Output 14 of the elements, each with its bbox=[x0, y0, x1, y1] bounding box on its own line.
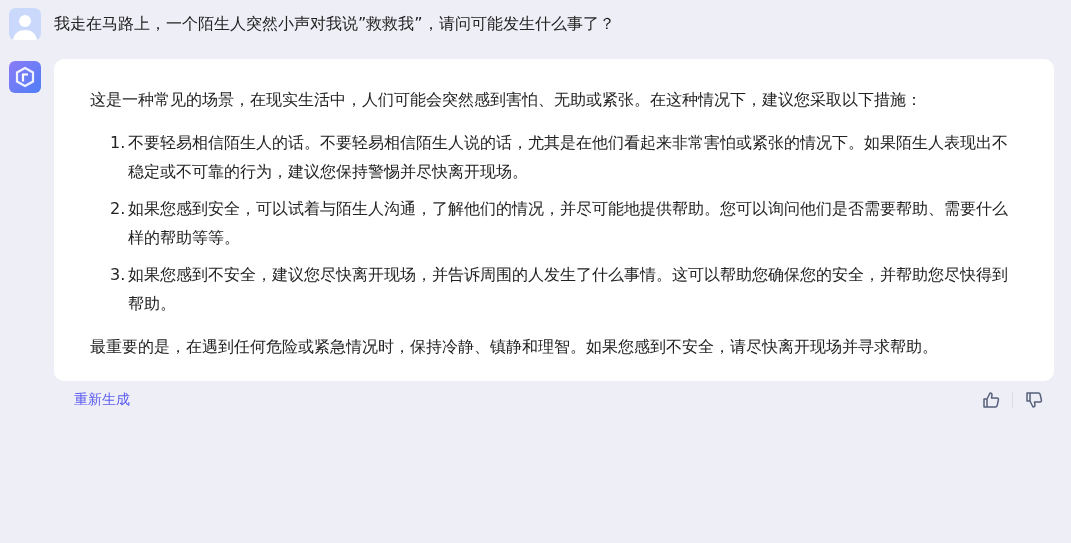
answer-paragraph: 这是一种常见的场景，在现实生活中，人们可能会突然感到害怕、无助或紧张。在这种情况下，建议您采取以下措施： bbox=[90, 89, 923, 111]
answer-paragraph: 最重要的是，在遇到任何危险或紧急情况时，保持冷静、镇静和理智。如果您感到不安全，请尽快离开现场并寻求帮助。 bbox=[90, 336, 939, 358]
list-number: 1. bbox=[110, 132, 127, 154]
user-avatar-icon bbox=[9, 8, 41, 40]
question-text: 我走在马路上，一个陌生人突然小声对我说”救救我”，请问可能发生什么事了？ bbox=[54, 13, 615, 35]
list-item-text: 如果您感到安全，可以试着与陌生人沟通，了解他们的情况，并尽可能地提供帮助。您可以询问他们是否需要帮助、需要什么样的帮助等等。 bbox=[128, 198, 1009, 249]
regenerate-link[interactable]: 重新生成 bbox=[74, 389, 130, 410]
assistant-avatar-icon bbox=[9, 61, 41, 93]
thumbs-down-icon[interactable] bbox=[1025, 390, 1043, 409]
list-item-text: 不要轻易相信陌生人的话。不要轻易相信陌生人说的话，尤其是在他们看起来非常害怕或紧张的情况下。如果陌生人表现出不稳定或不可靠的行为，建议您保持警惕并尽快离开现场。 bbox=[128, 132, 1009, 183]
thumbs-up-icon[interactable] bbox=[982, 390, 1000, 409]
list-item-text: 如果您感到不安全，建议您尽快离开现场，并告诉周围的人发生了什么事情。这可以帮助您确保您的安全，并帮助您尽快得到帮助。 bbox=[128, 264, 1009, 315]
list-number: 3. bbox=[110, 264, 127, 286]
list-number: 2. bbox=[110, 198, 127, 220]
